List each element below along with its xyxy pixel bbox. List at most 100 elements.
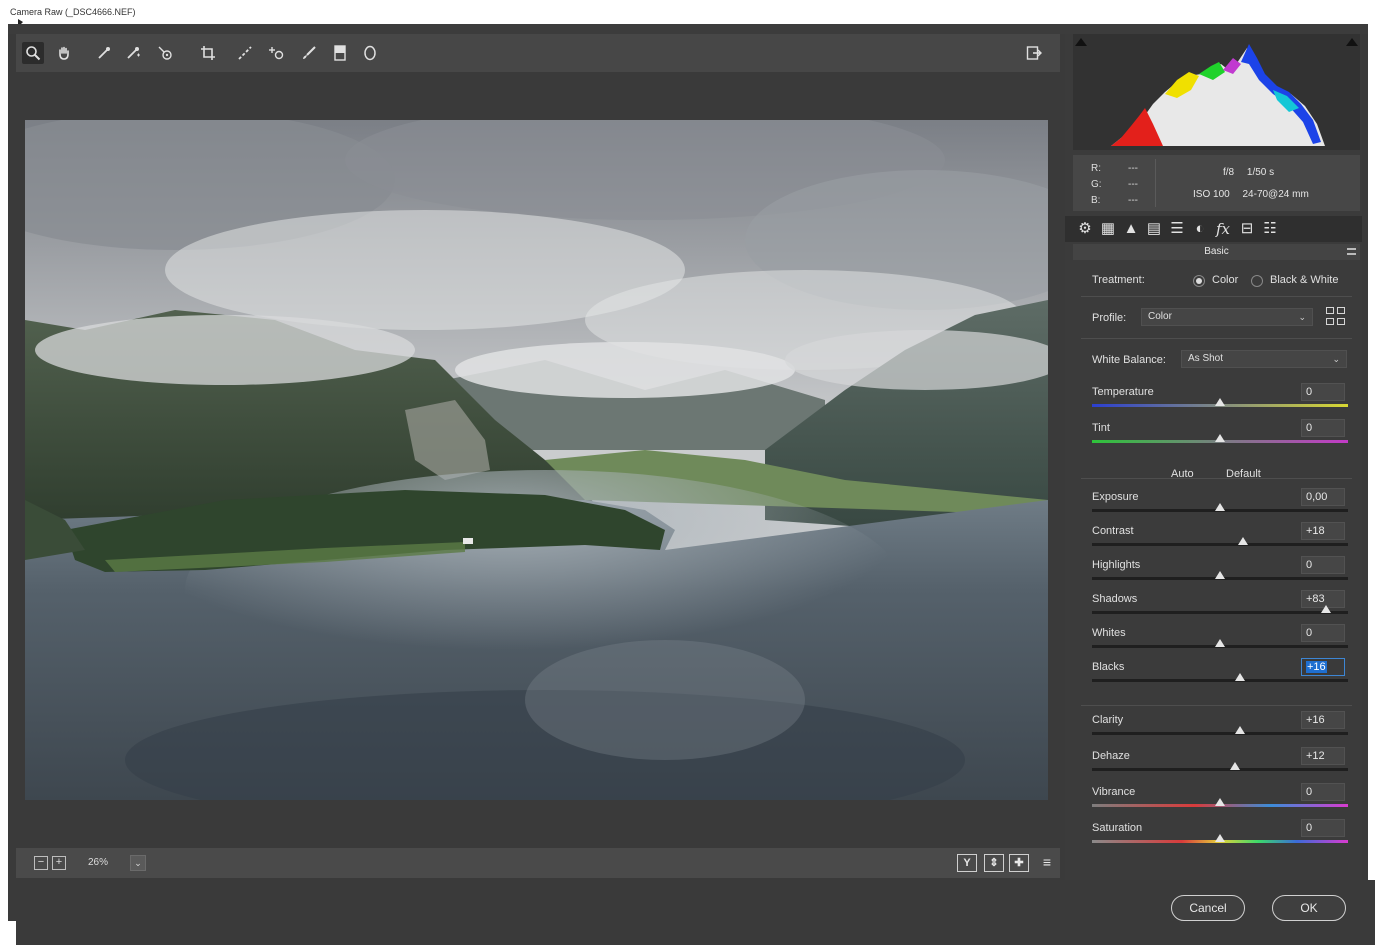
b-label: B: bbox=[1091, 195, 1101, 206]
blacks-slider-thumb[interactable] bbox=[1235, 673, 1245, 681]
temperature-slider-thumb[interactable] bbox=[1215, 398, 1225, 406]
clarity-slider-thumb[interactable] bbox=[1235, 726, 1245, 734]
zoom-level-field[interactable]: 26% bbox=[78, 854, 122, 872]
exposure-label: Exposure bbox=[1092, 491, 1139, 503]
panel-title: Basic bbox=[1204, 246, 1229, 257]
contrast-slider-thumb[interactable] bbox=[1238, 537, 1248, 545]
profile-label: Profile: bbox=[1092, 312, 1127, 324]
exif-info: R: G: B: --- --- --- f/8 1/50 s ISO 100 … bbox=[1073, 155, 1360, 211]
zoom-in-button[interactable]: + bbox=[52, 856, 66, 870]
radial-filter-tool-icon[interactable] bbox=[359, 42, 381, 64]
highlights-value-field[interactable]: 0 bbox=[1301, 556, 1345, 574]
profile-value: Color bbox=[1148, 311, 1172, 322]
treatment-bw-radio[interactable] bbox=[1251, 275, 1263, 287]
white-balance-label: White Balance: bbox=[1092, 354, 1166, 366]
divider bbox=[1081, 338, 1352, 339]
lens-value: 24-70@24 mm bbox=[1242, 189, 1309, 200]
white-balance-dropdown[interactable]: As Shot ⌄ bbox=[1181, 350, 1347, 368]
vibrance-value-field[interactable]: 0 bbox=[1301, 783, 1345, 801]
adjustment-brush-tool-icon[interactable] bbox=[298, 42, 320, 64]
before-after-toggle-button[interactable]: Y bbox=[957, 854, 977, 872]
blacks-slider-track[interactable] bbox=[1092, 679, 1348, 682]
contrast-value: +18 bbox=[1306, 525, 1325, 537]
highlights-slider-thumb[interactable] bbox=[1215, 571, 1225, 579]
treatment-color-radio[interactable] bbox=[1193, 275, 1205, 287]
straighten-tool-icon[interactable] bbox=[234, 42, 256, 64]
saturation-value-field[interactable]: 0 bbox=[1301, 819, 1345, 837]
whites-slider-thumb[interactable] bbox=[1215, 639, 1225, 647]
saturation-label: Saturation bbox=[1092, 822, 1143, 834]
r-value: --- bbox=[1128, 163, 1138, 174]
spot-removal-tool-icon[interactable] bbox=[265, 42, 287, 64]
whites-value: 0 bbox=[1306, 627, 1313, 639]
graduated-filter-tool-icon[interactable] bbox=[329, 42, 351, 64]
dehaze-value-field[interactable]: +12 bbox=[1301, 747, 1345, 765]
vibrance-value: 0 bbox=[1306, 786, 1313, 798]
divider bbox=[1081, 705, 1352, 706]
shadows-label: Shadows bbox=[1092, 593, 1138, 605]
aperture-value: f/8 bbox=[1223, 167, 1235, 178]
white-balance-tool-icon[interactable] bbox=[93, 42, 115, 64]
adjustment-panel: R: G: B: --- --- --- f/8 1/50 s ISO 100 … bbox=[1065, 34, 1362, 880]
basic-tab-icon[interactable]: ⚙ bbox=[1075, 219, 1095, 239]
lens-corrections-tab-icon[interactable]: ◐ bbox=[1190, 219, 1210, 239]
dehaze-label: Dehaze bbox=[1092, 750, 1130, 762]
zoom-dropdown-chevron-icon[interactable]: ⌄ bbox=[130, 855, 146, 871]
treatment-bw-label[interactable]: Black & White bbox=[1270, 274, 1338, 286]
hsl-tab-icon[interactable]: ▤ bbox=[1144, 219, 1164, 239]
detail-tab-icon[interactable]: ▲ bbox=[1121, 219, 1141, 239]
tint-slider-thumb[interactable] bbox=[1215, 434, 1225, 442]
hand-tool-icon[interactable] bbox=[53, 42, 75, 64]
effects-tab-icon[interactable]: fx bbox=[1213, 219, 1233, 239]
clarity-value-field[interactable]: +16 bbox=[1301, 711, 1345, 729]
presets-tab-icon[interactable]: ☷ bbox=[1260, 219, 1280, 239]
rgb-values: --- --- --- bbox=[1128, 161, 1138, 209]
tint-value-field[interactable]: 0 bbox=[1301, 419, 1345, 437]
image-preview-area bbox=[16, 72, 1060, 848]
zoom-tool-icon[interactable] bbox=[22, 42, 44, 64]
whites-value-field[interactable]: 0 bbox=[1301, 624, 1345, 642]
open-preferences-icon[interactable] bbox=[1023, 42, 1045, 64]
shadows-slider-track[interactable] bbox=[1092, 611, 1348, 614]
ok-button[interactable]: OK bbox=[1272, 895, 1346, 921]
shadows-slider-thumb[interactable] bbox=[1321, 605, 1331, 613]
clarity-slider-track[interactable] bbox=[1092, 732, 1348, 735]
panel-tabs: ⚙ ▦ ▲ ▤ ☰ ◐ fx ⊟ ☷ bbox=[1065, 216, 1362, 242]
contrast-value-field[interactable]: +18 bbox=[1301, 522, 1345, 540]
whites-label: Whites bbox=[1092, 627, 1126, 639]
calibration-tab-icon[interactable]: ⊟ bbox=[1237, 219, 1257, 239]
crop-tool-icon[interactable] bbox=[197, 42, 219, 64]
color-sampler-tool-icon[interactable] bbox=[122, 42, 144, 64]
contrast-slider-track[interactable] bbox=[1092, 543, 1348, 546]
b-value: --- bbox=[1128, 195, 1138, 206]
split-toning-tab-icon[interactable]: ☰ bbox=[1167, 219, 1187, 239]
saturation-slider-thumb[interactable] bbox=[1215, 834, 1225, 842]
highlights-label: Highlights bbox=[1092, 559, 1141, 571]
r-label: R: bbox=[1091, 163, 1101, 174]
cancel-button[interactable]: Cancel bbox=[1171, 895, 1245, 921]
dehaze-slider-thumb[interactable] bbox=[1230, 762, 1240, 770]
clarity-value: +16 bbox=[1306, 714, 1325, 726]
profile-browser-icon[interactable] bbox=[1326, 307, 1346, 327]
window-titlebar: Camera Raw (_DSC4666.NEF) bbox=[0, 0, 1375, 24]
targeted-adjustment-tool-icon[interactable] bbox=[154, 42, 176, 64]
exposure-slider-thumb[interactable] bbox=[1215, 503, 1225, 511]
temperature-value-field[interactable]: 0 bbox=[1301, 383, 1345, 401]
vibrance-slider-thumb[interactable] bbox=[1215, 798, 1225, 806]
swap-settings-button[interactable]: ⇕ bbox=[984, 854, 1004, 872]
dehaze-slider-track[interactable] bbox=[1092, 768, 1348, 771]
preview-settings-icon[interactable]: ≡ bbox=[1037, 854, 1057, 872]
exposure-value-field[interactable]: 0,00 bbox=[1301, 488, 1345, 506]
zoom-out-button[interactable]: − bbox=[34, 856, 48, 870]
panel-menu-icon[interactable] bbox=[1347, 248, 1356, 255]
blacks-value-field[interactable]: +16 bbox=[1301, 658, 1345, 676]
temperature-value: 0 bbox=[1306, 386, 1313, 398]
g-value: --- bbox=[1128, 179, 1138, 190]
tint-value: 0 bbox=[1306, 422, 1313, 434]
treatment-color-label[interactable]: Color bbox=[1212, 274, 1238, 286]
profile-dropdown[interactable]: Color ⌄ bbox=[1141, 308, 1313, 326]
photo-preview[interactable] bbox=[25, 120, 1048, 800]
chevron-down-icon: ⌄ bbox=[1298, 312, 1306, 322]
tone-curve-tab-icon[interactable]: ▦ bbox=[1098, 219, 1118, 239]
copy-settings-button[interactable]: ✚ bbox=[1009, 854, 1029, 872]
